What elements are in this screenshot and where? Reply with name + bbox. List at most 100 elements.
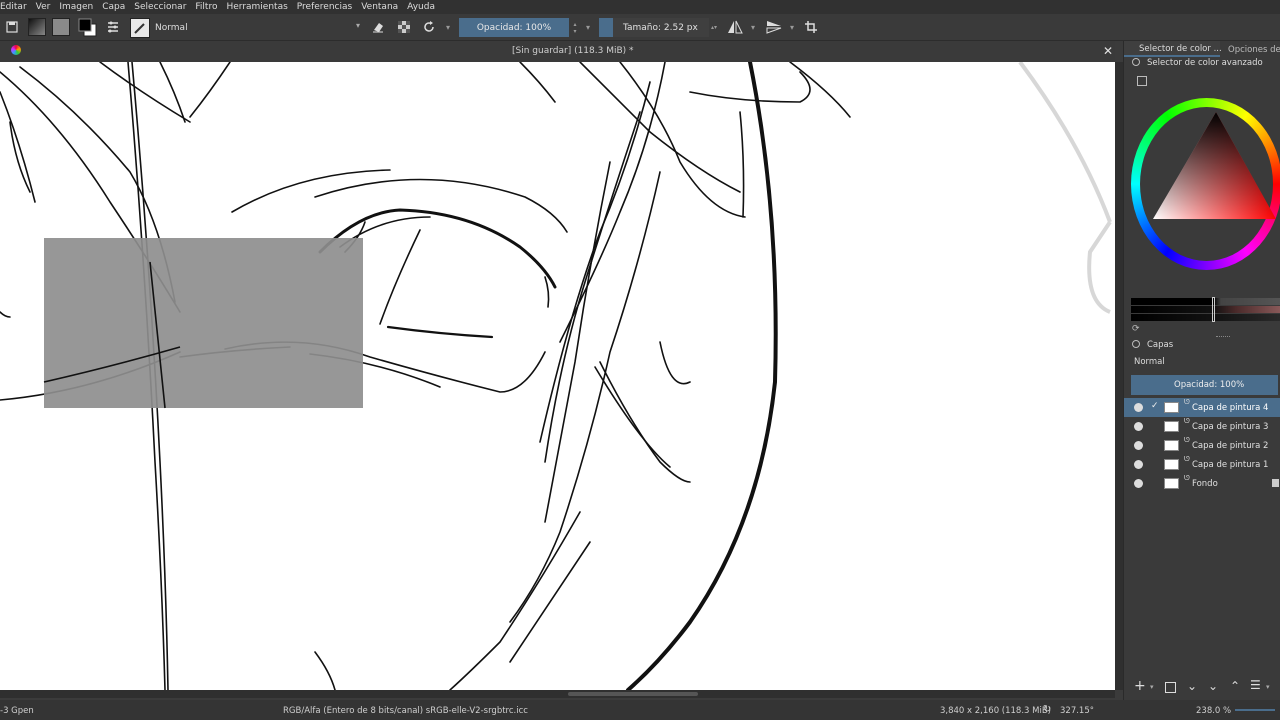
menu-editar[interactable]: Editar — [0, 2, 32, 12]
layer-name: Capa de pintura 1 — [1192, 460, 1269, 470]
menu-capa[interactable]: Capa — [102, 2, 130, 12]
inherit-alpha-icon[interactable]: ᘎ — [1184, 436, 1190, 445]
layer-name: Fondo — [1192, 479, 1218, 489]
duplicate-layer-icon[interactable] — [1165, 682, 1176, 693]
layer-thumbnail — [1164, 478, 1179, 489]
brush-preset-icon[interactable] — [130, 18, 150, 38]
menu-bar: Editar Ver Imagen Capa Seleccionar Filtr… — [0, 0, 1280, 14]
shade-selector-bar-2[interactable] — [1131, 306, 1280, 313]
chevron-down-icon[interactable]: ▾ — [443, 21, 453, 33]
save-icon[interactable] — [4, 19, 20, 35]
opacity-spinner[interactable]: ▴ ▾ — [570, 18, 580, 37]
layer-thumbnail — [1164, 459, 1179, 470]
opacity-slider[interactable]: Opacidad: 100% — [459, 18, 569, 37]
layers-panel-title: Capas — [1147, 340, 1174, 350]
tab-tool-options[interactable]: Opciones de la — [1228, 45, 1280, 55]
drawing-canvas[interactable] — [0, 62, 1115, 690]
layer-opacity-value: Opacidad: 100% — [1174, 380, 1245, 390]
inherit-alpha-icon[interactable]: ᘎ — [1184, 417, 1190, 426]
lock-icon[interactable] — [1272, 479, 1279, 487]
move-layer-down-icon[interactable]: ⌄ — [1208, 679, 1218, 693]
visibility-eye-icon[interactable] — [1134, 403, 1143, 412]
visibility-eye-icon[interactable] — [1134, 460, 1143, 469]
menu-ver[interactable]: Ver — [36, 2, 56, 12]
chevron-down-icon[interactable]: ▾ — [1266, 683, 1270, 691]
menu-ventana[interactable]: Ventana — [361, 2, 403, 12]
refresh-icon[interactable]: ⟳ — [1132, 324, 1140, 334]
menu-herramientas[interactable]: Herramientas — [226, 2, 292, 12]
panel-divider[interactable] — [1216, 336, 1230, 338]
layer-properties-icon[interactable]: ☰ — [1250, 678, 1261, 692]
menu-seleccionar[interactable]: Seleccionar — [134, 2, 191, 12]
visibility-eye-icon[interactable] — [1134, 441, 1143, 450]
zoom-status[interactable]: 238.0 % — [1196, 706, 1231, 716]
brush-preset-status[interactable]: -3 Gpen — [0, 706, 34, 716]
status-bar: -3 Gpen RGB/Alfa (Entero de 8 bits/canal… — [0, 700, 1280, 720]
eraser-icon[interactable] — [370, 19, 386, 35]
color-wheel[interactable] — [1131, 98, 1280, 270]
chevron-down-icon[interactable]: ▾ — [1150, 683, 1154, 691]
close-icon[interactable]: ✕ — [1103, 44, 1113, 58]
right-dock: Selector de color ... Opciones de la Sel… — [1123, 41, 1280, 700]
document-title: [Sin guardar] (118.3 MiB) * — [512, 46, 634, 56]
layer-name: Capa de pintura 4 — [1192, 403, 1269, 413]
horizontal-scrollbar[interactable] — [0, 690, 1115, 698]
opacity-value: Opacidad: 100% — [476, 22, 552, 33]
rotate-icon[interactable]: ↻ — [1043, 704, 1051, 715]
menu-filtro[interactable]: Filtro — [195, 2, 222, 12]
layer-row-capa-2[interactable]: ᘎ Capa de pintura 2 — [1124, 436, 1280, 455]
inherit-alpha-icon[interactable]: ᘎ — [1184, 455, 1190, 464]
menu-preferencias[interactable]: Preferencias — [297, 2, 357, 12]
horizontal-scroll-thumb[interactable] — [568, 692, 698, 696]
gradient-preset-button[interactable] — [28, 18, 46, 36]
saturation-value-triangle[interactable] — [1131, 98, 1280, 270]
chevron-down-icon[interactable]: ▾ — [787, 21, 797, 33]
settings-icon[interactable] — [1137, 76, 1147, 86]
layer-row-fondo[interactable]: ᘎ Fondo — [1124, 474, 1280, 493]
chevron-down-icon[interactable]: ▾ — [583, 21, 593, 33]
layer-opacity-slider[interactable]: Opacidad: 100% — [1131, 375, 1278, 395]
preserve-alpha-icon[interactable] — [396, 19, 412, 35]
size-slider[interactable]: Tamaño: 2.52 px — [613, 18, 709, 37]
brush-settings-icon[interactable] — [105, 19, 121, 35]
visibility-eye-icon[interactable] — [1134, 422, 1143, 431]
tab-color-selector[interactable]: Selector de color ... — [1124, 41, 1222, 57]
crop-icon[interactable] — [803, 19, 819, 35]
blend-mode-value: Normal — [155, 23, 188, 33]
lock-icon[interactable] — [1132, 340, 1140, 348]
zoom-slider[interactable] — [1235, 709, 1275, 711]
size-spinner[interactable]: ▴▾ — [709, 18, 719, 37]
mirror-horizontal-icon[interactable] — [726, 19, 744, 35]
tab-color-selector-label: Selector de color ... — [1139, 44, 1222, 54]
reload-preset-icon[interactable] — [421, 19, 437, 35]
check-icon[interactable]: ✓ — [1151, 401, 1159, 411]
add-layer-icon[interactable]: + — [1134, 678, 1146, 694]
layer-row-capa-1[interactable]: ᘎ Capa de pintura 1 — [1124, 455, 1280, 474]
chevron-down-icon: ▾ — [355, 21, 360, 30]
chevron-down-icon[interactable]: ⌄ — [1187, 679, 1197, 693]
layer-blend-mode-select[interactable]: Normal — [1131, 355, 1280, 369]
sketch-strokes — [0, 62, 1112, 690]
layer-row-capa-3[interactable]: ᘎ Capa de pintura 3 — [1124, 417, 1280, 436]
grey-overlay-rect — [44, 238, 363, 408]
layer-thumbnail — [1164, 421, 1179, 432]
menu-imagen[interactable]: Imagen — [59, 2, 98, 12]
foreground-background-color-icon[interactable] — [78, 18, 98, 38]
lock-icon[interactable] — [1132, 58, 1140, 66]
shade-selector-bar-3[interactable] — [1131, 314, 1280, 321]
rotation-status[interactable]: 327.15° — [1060, 706, 1094, 716]
menu-ayuda[interactable]: Ayuda — [407, 2, 440, 12]
inherit-alpha-icon[interactable]: ᘎ — [1184, 474, 1190, 483]
pattern-preset-button[interactable] — [52, 18, 70, 36]
blend-mode-select[interactable]: Normal ▾ — [152, 20, 362, 36]
move-layer-up-icon[interactable]: ⌃ — [1230, 679, 1240, 693]
inherit-alpha-icon[interactable]: ᘎ — [1184, 398, 1190, 407]
krita-logo-icon — [11, 45, 21, 55]
chevron-down-icon[interactable]: ▾ — [748, 21, 758, 33]
vertical-scrollbar[interactable] — [1115, 62, 1123, 690]
mirror-vertical-icon[interactable] — [765, 19, 783, 35]
size-slider-fill[interactable] — [599, 18, 613, 37]
shade-selector-bar[interactable] — [1131, 298, 1280, 305]
layer-row-capa-4[interactable]: ✓ ᘎ Capa de pintura 4 — [1124, 398, 1280, 417]
visibility-eye-icon[interactable] — [1134, 479, 1143, 488]
